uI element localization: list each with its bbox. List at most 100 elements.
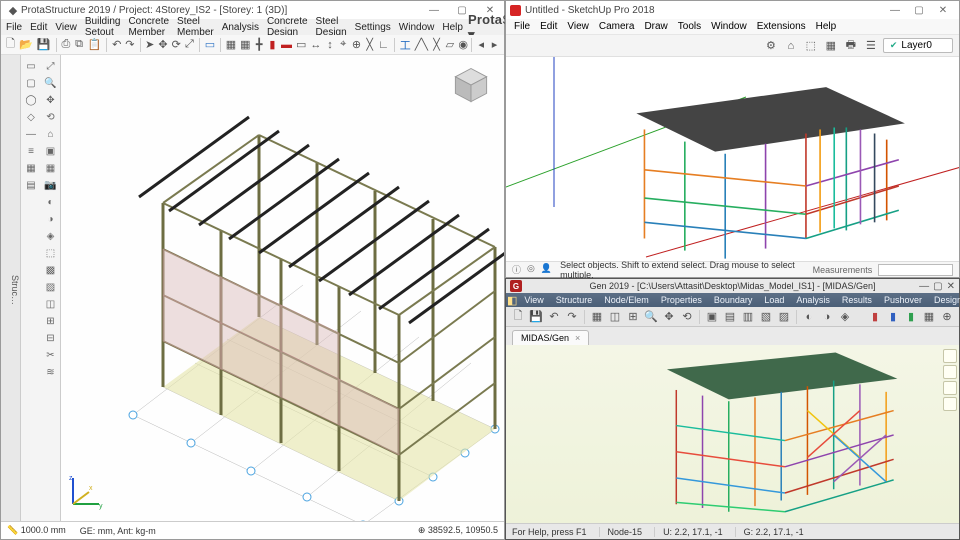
tool-icon[interactable]: ◫ [607,309,623,325]
vtool-icon[interactable]: ▩ [44,263,58,277]
geo-icon[interactable]: ◎ [527,263,535,276]
move-icon[interactable]: ✥ [157,37,168,53]
vtool-icon[interactable]: ◇ [24,110,38,124]
vtool-icon[interactable]: ✥ [44,93,58,107]
menu-settings[interactable]: Settings [352,22,394,33]
ps-side-tab[interactable]: Struc… [1,55,21,521]
tool-icon[interactable]: ↷ [564,309,580,325]
print-icon[interactable]: ⎙ [60,37,71,53]
tool-icon[interactable]: ▨ [776,309,792,325]
wall-icon[interactable]: ▬ [280,37,293,53]
vtool-icon[interactable]: ⊟ [44,331,58,345]
app-menu-icon[interactable]: ◧ [506,292,518,308]
rotate-icon[interactable]: ⟳ [171,37,182,53]
tool-icon[interactable]: ☰ [863,38,879,54]
su-titlebar[interactable]: Untitled - SketchUp Pro 2018 — ▢ ✕ [506,1,959,19]
vtool-icon[interactable]: ⊞ [44,314,58,328]
tool-icon[interactable]: ▮ [867,309,883,325]
close-button[interactable]: ✕ [931,5,955,16]
vtool-icon[interactable]: ▤ [24,178,38,192]
layer-dropdown[interactable]: Layer0 [883,38,953,53]
menu-camera[interactable]: Camera [595,21,639,32]
tool-icon[interactable]: 🗋 [510,309,526,325]
vtool-icon[interactable]: ≡ [24,144,38,158]
tool-icon[interactable]: ◐ [801,309,817,325]
new-icon[interactable]: 🗋 [5,37,16,53]
menu-view[interactable]: View [563,21,593,32]
tool-icon[interactable]: ✥ [661,309,677,325]
menu-analysis[interactable]: Analysis [790,295,836,305]
snap2-icon[interactable]: ⊕ [351,37,362,53]
vtool-icon[interactable]: ⌂ [44,127,58,141]
tool-icon[interactable]: ▦ [921,309,937,325]
truss-icon[interactable]: ╱╲ [414,37,429,53]
ps-3d-viewport[interactable]: z y x [61,55,504,521]
menu-design[interactable]: Design [928,295,960,305]
undo-icon[interactable]: ↶ [111,37,122,53]
mg-titlebar[interactable]: G Gen 2019 - [C:\Users\Attasit\Desktop\M… [506,279,959,293]
close-button[interactable]: ✕ [947,281,955,292]
minimize-button[interactable]: — [424,5,444,16]
tool-icon[interactable]: 🔍 [643,309,659,325]
right-icon[interactable]: ▸ [489,37,500,53]
tool-icon[interactable]: ▦ [589,309,605,325]
vtool-icon[interactable]: ◯ [24,93,38,107]
redo-icon[interactable]: ↷ [124,37,135,53]
menu-help[interactable]: Help [439,22,466,33]
menu-analysis[interactable]: Analysis [219,22,262,33]
save-icon[interactable]: 💾 [36,37,52,53]
mg-3d-viewport[interactable] [506,345,959,523]
tool-icon[interactable]: ⊕ [939,309,955,325]
grid-icon[interactable]: ▦ [225,37,237,53]
vtool-icon[interactable]: ◫ [44,297,58,311]
menu-results[interactable]: Results [836,295,878,305]
tool-icon[interactable]: 💾 [528,309,544,325]
grid2-icon[interactable]: ▦ [239,37,251,53]
mg-tab-active[interactable]: MIDAS/Gen× [512,330,589,345]
tool-icon[interactable]: ▥ [740,309,756,325]
su-3d-viewport[interactable] [506,57,959,261]
dim2-icon[interactable]: ↕ [324,37,335,53]
vtool-icon[interactable]: ▦ [44,161,58,175]
vtool-icon[interactable]: ⟲ [44,110,58,124]
ps-titlebar[interactable]: ◆ ProtaStructure 2019 / Project: 4Storey… [1,1,504,19]
tool-icon[interactable]: ▮ [885,309,901,325]
menu-file[interactable]: File [510,21,534,32]
menu-edit[interactable]: Edit [27,22,50,33]
open-icon[interactable]: 📂 [18,37,34,53]
tool-icon[interactable]: ⟲ [679,309,695,325]
tool-icon[interactable]: ⊞ [625,309,641,325]
snap-icon[interactable]: ⌖ [338,37,349,53]
ibeam-icon[interactable]: 工 [399,37,412,53]
vtool-icon[interactable]: ▦ [24,161,38,175]
menu-nodeelem[interactable]: Node/Elem [598,295,655,305]
tool-icon[interactable]: ▧ [758,309,774,325]
plate-icon[interactable]: ▱ [444,37,455,53]
minimize-button[interactable]: — [919,281,929,292]
vtool-icon[interactable]: 🔍 [44,76,58,90]
maximize-button[interactable]: ▢ [907,5,931,16]
tool-icon[interactable]: ◈ [837,309,853,325]
su-meas-input[interactable] [878,264,953,276]
beam-icon[interactable]: ▭ [295,37,307,53]
vtool-icon[interactable]: ▭ [24,59,38,73]
tool-icon[interactable]: ▮ [903,309,919,325]
panel-btn[interactable] [943,381,957,395]
vtool-icon[interactable]: ◈ [44,229,58,243]
axis-icon[interactable]: ╋ [254,37,265,53]
select-box-icon[interactable]: ▭ [204,37,216,53]
menu-load[interactable]: Load [758,295,790,305]
tool-icon[interactable]: ◑ [819,309,835,325]
scale-icon[interactable]: ⤢ [184,37,195,53]
vtool-icon[interactable]: ▢ [24,76,38,90]
menu-window[interactable]: Window [707,21,751,32]
tool-icon[interactable]: ▣ [704,309,720,325]
tool-icon[interactable]: ⌂ [783,38,799,54]
menu-draw[interactable]: Draw [640,21,671,32]
tool-icon[interactable]: ⬚ [803,38,819,54]
tool-icon[interactable]: 🖶 [843,38,859,54]
menu-view[interactable]: View [518,295,549,305]
menu-extensions[interactable]: Extensions [753,21,810,32]
menu-file[interactable]: File [3,22,25,33]
menu-boundary[interactable]: Boundary [708,295,759,305]
